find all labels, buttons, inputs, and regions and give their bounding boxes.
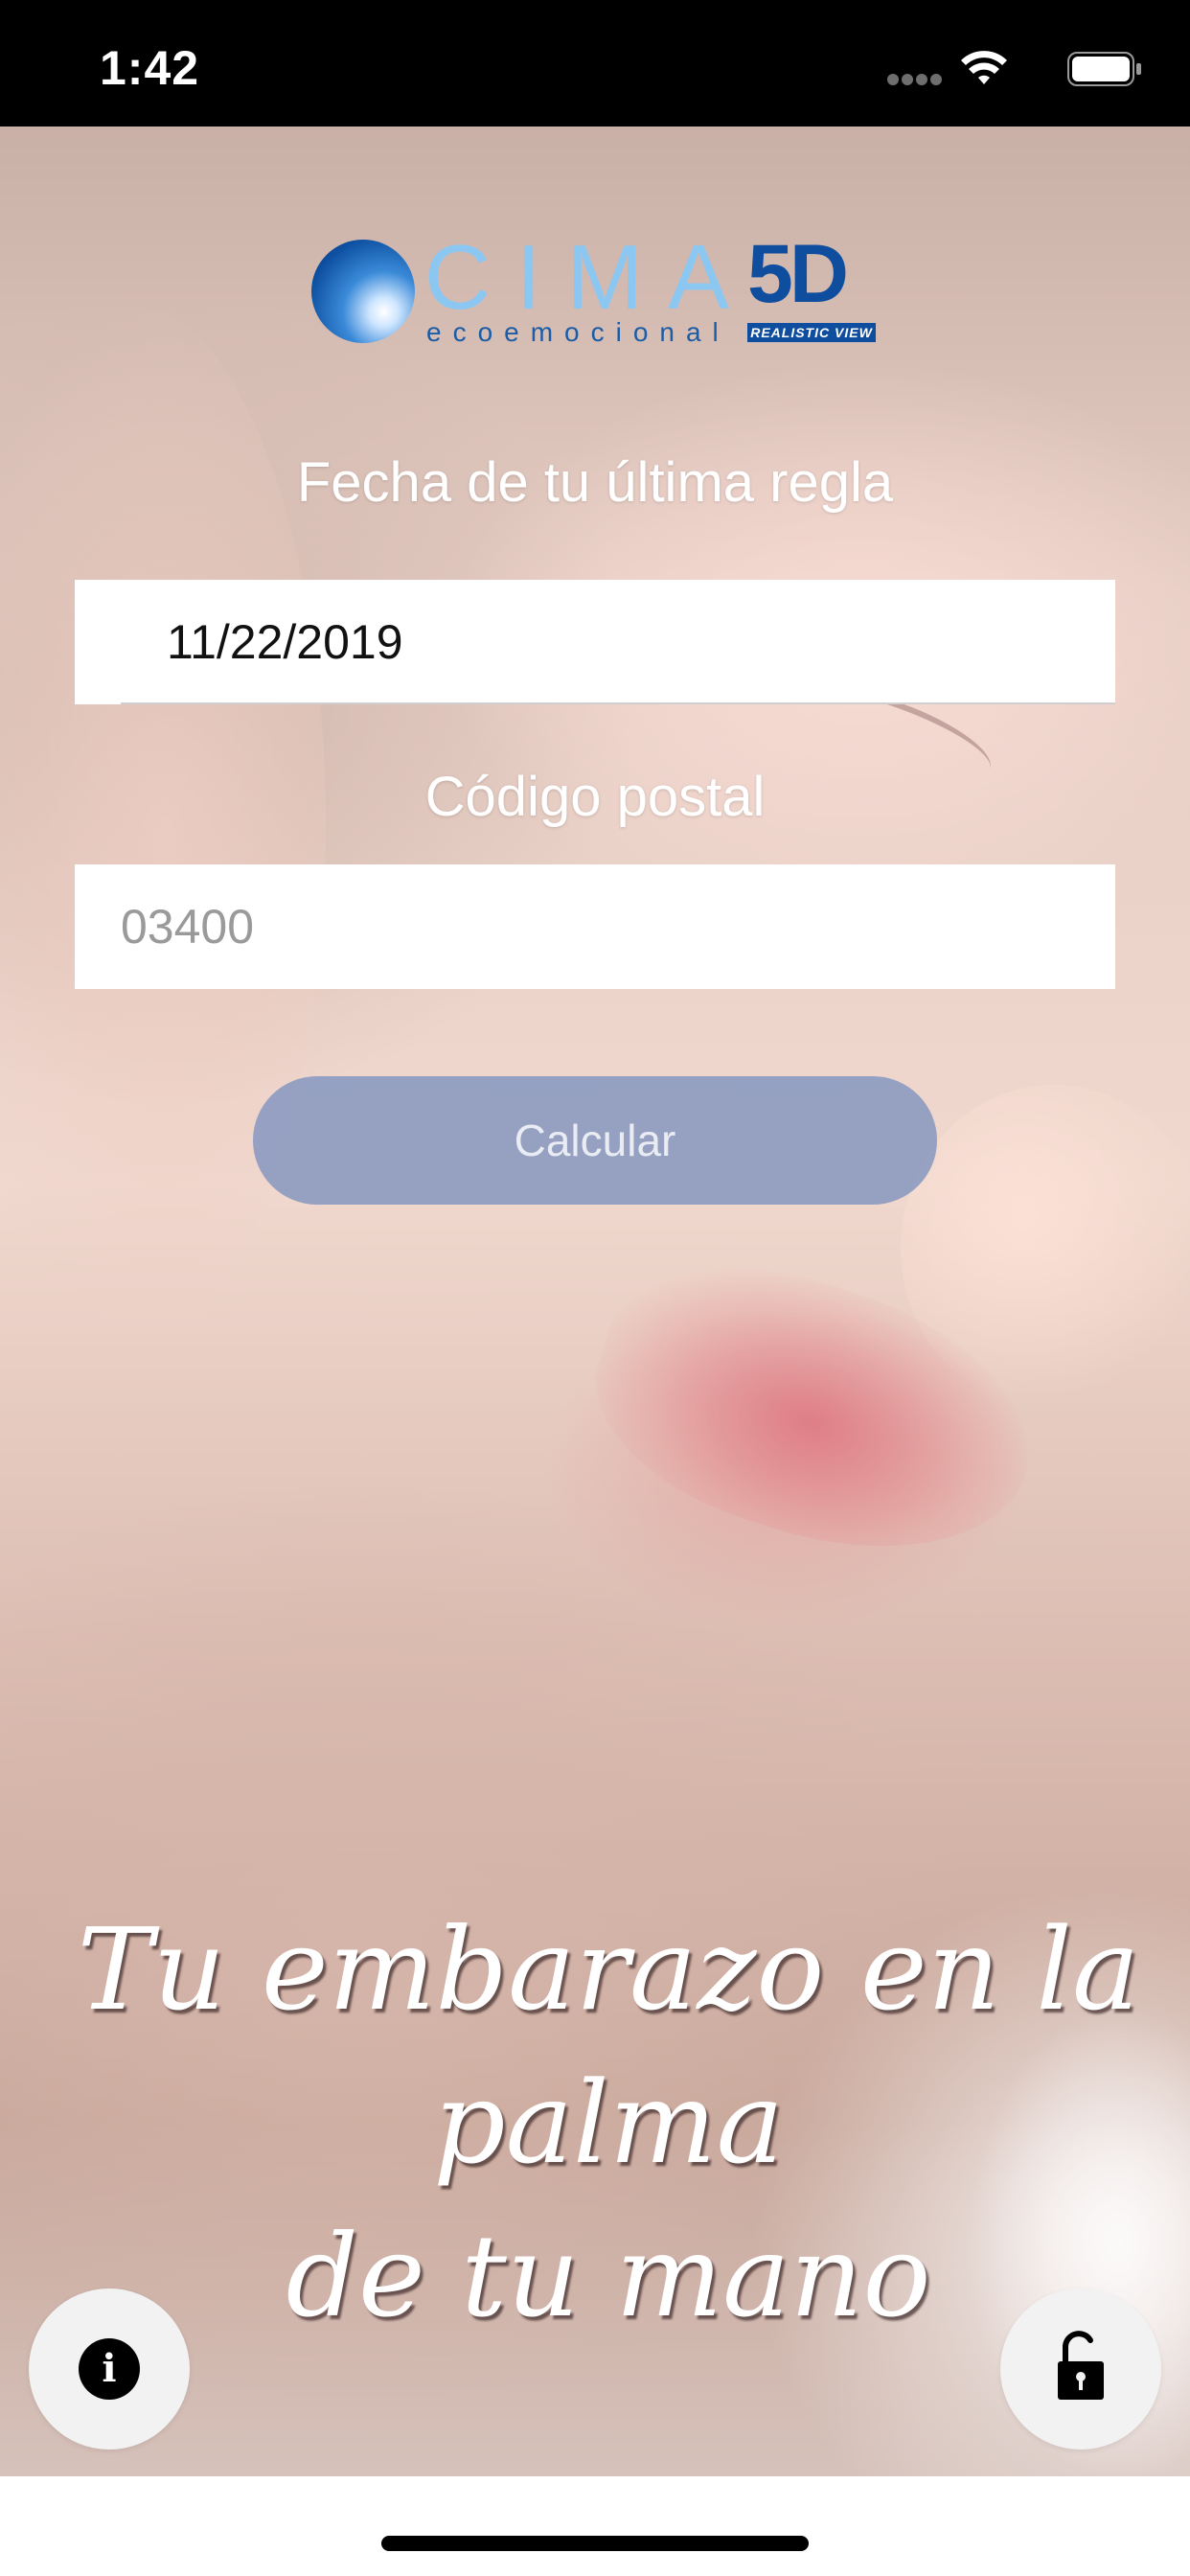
- tagline: Tu embarazo en la palma de tu mano: [57, 1893, 1159, 2353]
- tagline-line-2: de tu mano: [286, 2210, 931, 2342]
- home-indicator: [381, 2536, 809, 2551]
- tagline-line-1: Tu embarazo en la palma: [77, 1903, 1140, 2189]
- status-time: 1:42: [100, 41, 200, 95]
- logo-brand-suffix: 5D: [747, 228, 849, 320]
- logo-brand: CIMA: [424, 226, 754, 329]
- date-field-underline: [121, 702, 1115, 704]
- unlock-icon: [1058, 2331, 1104, 2400]
- signal-icon: [887, 73, 950, 85]
- zip-label: Código postal: [424, 766, 766, 828]
- wifi-icon: [961, 51, 1007, 84]
- logo-tag: REALISTIC VIEW: [747, 323, 876, 342]
- logo-sphere-icon: [311, 240, 415, 343]
- info-button[interactable]: i: [29, 2288, 190, 2450]
- date-label: Fecha de tu última regla: [296, 451, 894, 514]
- logo-subtitle: ecoemocional: [426, 317, 730, 347]
- battery-icon: [1067, 52, 1141, 86]
- calculate-button[interactable]: Calcular: [253, 1076, 937, 1205]
- logo: CIMA 5D ecoemocional REALISTIC VIEW: [311, 226, 886, 350]
- info-icon: i: [79, 2338, 140, 2400]
- unlock-button[interactable]: [1000, 2288, 1161, 2450]
- zip-field[interactable]: [75, 864, 1115, 989]
- status-icons: [855, 50, 1142, 88]
- status-bar: 1:42: [0, 0, 1190, 126]
- date-field[interactable]: [75, 580, 1115, 704]
